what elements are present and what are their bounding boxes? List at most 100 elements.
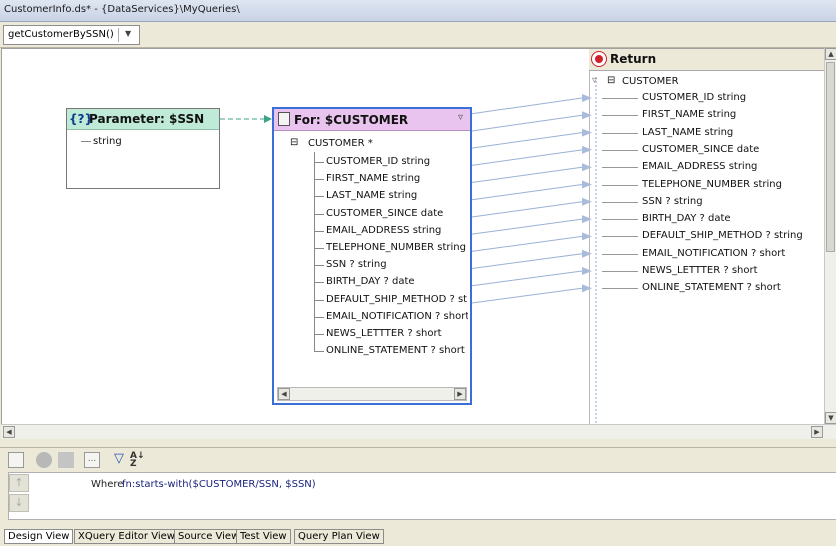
document-icon: [278, 112, 290, 126]
sort-az-icon[interactable]: A↓ Z: [130, 452, 146, 469]
for-field[interactable]: DEFAULT_SHIP_METHOD ? strir: [326, 294, 468, 305]
canvas-vertical-scrollbar[interactable]: ▲ ▼: [824, 48, 836, 424]
parameter-node[interactable]: {?} Parameter: $SSN string: [66, 108, 220, 189]
tree-connector: [602, 115, 638, 117]
for-node[interactable]: For: $CUSTOMER ▿ ⊟ CUSTOMER * CUSTOMER_I…: [272, 107, 472, 405]
mapping-arrow: [582, 197, 592, 206]
scroll-down-icon[interactable]: ▼: [825, 412, 836, 424]
mapping-link-line: [469, 287, 583, 304]
scroll-up-icon[interactable]: ▲: [825, 48, 836, 60]
return-field[interactable]: FIRST_NAME string: [642, 109, 736, 120]
tree-connector: [314, 265, 324, 267]
move-up-icon[interactable]: ↑: [9, 474, 29, 492]
scroll-left-icon[interactable]: ◀: [278, 388, 290, 400]
for-field[interactable]: FIRST_NAME string: [326, 173, 420, 184]
for-field[interactable]: BIRTH_DAY ? date: [326, 276, 415, 287]
canvas-horizontal-scrollbar[interactable]: ◀ ▶: [1, 424, 836, 439]
tree-connector: [314, 351, 324, 353]
mapping-link-line: [469, 253, 583, 270]
return-field[interactable]: CUSTOMER_SINCE date: [642, 144, 759, 155]
design-canvas[interactable]: {?} Parameter: $SSN string For: $CUSTOME…: [1, 48, 825, 426]
tree-connector: [602, 201, 638, 203]
return-title: Return: [610, 52, 657, 66]
mapping-arrow: [582, 145, 592, 154]
tree-connector: [602, 184, 638, 186]
tree-connector: [602, 167, 638, 169]
return-field[interactable]: BIRTH_DAY ? date: [642, 213, 731, 224]
tab-design-view[interactable]: Design View: [4, 529, 74, 544]
for-field[interactable]: EMAIL_NOTIFICATION ? short: [326, 311, 468, 322]
for-field[interactable]: CUSTOMER_ID string: [326, 156, 430, 167]
mapping-arrow: [582, 94, 592, 102]
mapping-link-line: [469, 184, 583, 201]
for-field[interactable]: LAST_NAME string: [326, 190, 417, 201]
tree-connector: [602, 253, 638, 255]
for-node-header[interactable]: For: $CUSTOMER ▿: [274, 109, 470, 131]
filter-icon[interactable]: ▽: [111, 452, 127, 468]
where-panel[interactable]: ↑ ↓ Where fn:starts-with($CUSTOMER/SSN, …: [8, 472, 836, 520]
tree-connector: [602, 219, 638, 221]
return-field[interactable]: EMAIL_ADDRESS string: [642, 161, 757, 172]
return-root-element: CUSTOMER: [622, 76, 679, 87]
tree-connector: [314, 248, 324, 249]
scroll-right-icon[interactable]: ▶: [811, 426, 823, 438]
delete-icon[interactable]: [36, 452, 52, 468]
chevron-down-icon[interactable]: ▼: [125, 29, 131, 38]
more-button[interactable]: ...: [84, 452, 100, 468]
view-tabs: Design View XQuery Editor View Source View…: [0, 527, 836, 546]
return-field[interactable]: TELEPHONE_NUMBER string: [642, 179, 782, 190]
move-down-icon[interactable]: ↓: [9, 494, 29, 512]
return-field[interactable]: DEFAULT_SHIP_METHOD ? string: [642, 230, 803, 241]
return-field[interactable]: ONLINE_STATEMENT ? short: [642, 282, 781, 293]
return-field[interactable]: EMAIL_NOTIFICATION ? short: [642, 248, 785, 259]
scroll-right-icon[interactable]: ▶: [454, 388, 466, 400]
parameter-node-header[interactable]: {?} Parameter: $SSN: [67, 109, 219, 130]
tree-connector: [314, 282, 324, 284]
tree-connector: [314, 162, 324, 163]
mapping-link-line: [469, 235, 583, 253]
mapping-link-line: [469, 201, 583, 218]
param-link-arrow: [264, 115, 272, 123]
save-icon[interactable]: [58, 452, 74, 468]
return-node-border: [589, 71, 590, 425]
for-field[interactable]: TELEPHONE_NUMBER string: [326, 242, 466, 253]
scroll-thumb[interactable]: [826, 62, 835, 252]
function-select[interactable]: getCustomerBySSN() ▼: [3, 25, 140, 45]
mapping-arrow: [582, 232, 592, 241]
tree-connector: [314, 316, 324, 318]
where-label: Where: [91, 479, 124, 490]
return-field[interactable]: CUSTOMER_ID string: [642, 92, 746, 103]
tab-test-view[interactable]: Test View: [236, 529, 291, 544]
tree-connector: [314, 179, 324, 181]
collapse-icon[interactable]: ▿: [592, 75, 597, 86]
for-field[interactable]: EMAIL_ADDRESS string: [326, 225, 441, 236]
mapping-link-line: [469, 166, 583, 184]
tab-source-view[interactable]: Source View: [174, 529, 244, 544]
tree-connector: [602, 236, 638, 238]
return-field[interactable]: SSN ? string: [642, 196, 703, 207]
for-field[interactable]: NEWS_LETTTER ? short: [326, 328, 442, 339]
tree-connector: [314, 230, 324, 232]
where-expression[interactable]: fn:starts-with($CUSTOMER/SSN, $SSN): [122, 479, 316, 490]
collapse-icon[interactable]: ▿: [458, 112, 463, 123]
tree-connector: [602, 271, 638, 272]
return-node-header[interactable]: Return: [589, 49, 824, 71]
return-field[interactable]: LAST_NAME string: [642, 127, 733, 138]
scroll-left-icon[interactable]: ◀: [3, 426, 15, 438]
for-field[interactable]: CUSTOMER_SINCE date: [326, 208, 443, 219]
tab-xquery-editor-view[interactable]: XQuery Editor View: [74, 529, 179, 544]
return-field[interactable]: NEWS_LETTTER ? short: [642, 265, 758, 276]
tree-collapse-icon[interactable]: ⊟: [290, 137, 298, 148]
for-node-hscroll[interactable]: ◀ ▶: [277, 387, 467, 401]
for-node-title: For: $CUSTOMER: [294, 113, 409, 127]
tree-connector: [81, 141, 91, 142]
tree-connector: [314, 334, 324, 335]
tab-query-plan-view[interactable]: Query Plan View: [294, 529, 384, 544]
tree-connector: [314, 299, 324, 301]
for-root-element: CUSTOMER *: [308, 138, 373, 149]
for-field[interactable]: ONLINE_STATEMENT ? short: [326, 345, 465, 356]
new-condition-button[interactable]: [8, 452, 24, 468]
tree-collapse-icon[interactable]: ⊟: [607, 75, 615, 86]
tree-connector: [602, 149, 638, 151]
for-field[interactable]: SSN ? string: [326, 259, 387, 270]
